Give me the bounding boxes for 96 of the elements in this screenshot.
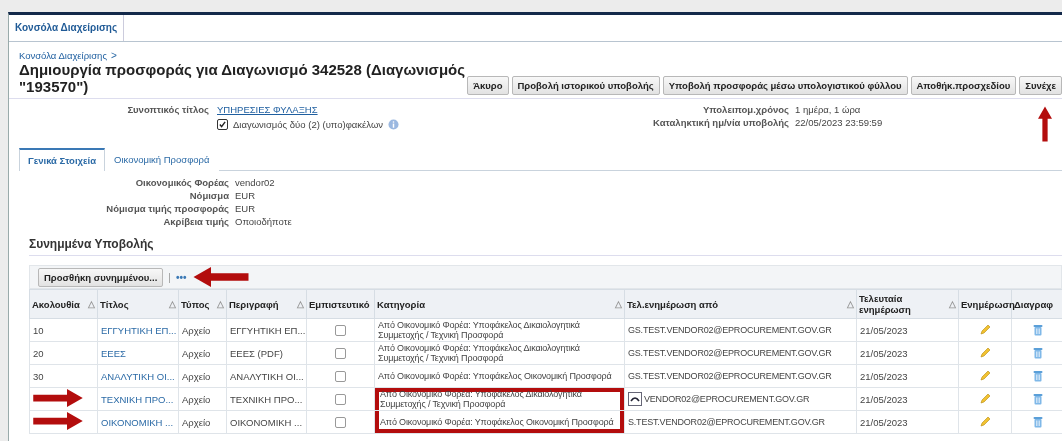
checkbox[interactable]	[217, 119, 228, 130]
type-cell: Αρχείο	[182, 370, 211, 382]
column-title: Τύπος	[181, 298, 210, 310]
date-cell: 21/05/2023	[860, 347, 908, 359]
field-label: Ακρίβεια τιμής	[162, 216, 229, 227]
pencil-icon[interactable]	[979, 370, 991, 382]
sequence-cell: 20	[33, 347, 44, 359]
confidential-checkbox[interactable]	[335, 370, 346, 382]
action-button[interactable]: Άκυρο	[467, 76, 509, 95]
info-icon[interactable]	[388, 119, 400, 130]
field-label: Οικονομικός Φορέας	[134, 177, 229, 188]
column-title: Κατηγορία	[377, 298, 425, 310]
category-text: Από Οικονομικό Φορέα: Υποφάκελος Οικονομική Προσφορά	[380, 417, 615, 427]
up-arrow-icon	[1038, 104, 1052, 144]
field-label: Νόμισμα τιμής προσφοράς	[105, 203, 229, 214]
type-cell: Αρχείο	[182, 324, 211, 336]
confidential-checkbox[interactable]	[335, 416, 346, 428]
trash-icon[interactable]	[1032, 324, 1043, 336]
column-header[interactable]: Κατηγορία △	[374, 289, 625, 319]
action-button[interactable]: Αποθήκ.προσχεδίου	[910, 76, 1017, 95]
description-cell: ΤΕΧΝΙΚΗ ΠΡΟ...	[230, 393, 303, 405]
category-text: Από Οικονομικό Φορέα: Υποφάκελος Δικαιολογητικά Συμμετοχής / Τεχνική Προσφορά	[378, 343, 581, 363]
description-cell: ΕΕΕΣ (PDF)	[230, 347, 283, 359]
pencil-icon[interactable]	[979, 324, 991, 336]
field-value: Οποιοδήποτε	[235, 216, 293, 227]
right-arrow-icon	[33, 389, 83, 407]
column-title: Εμπιστευτικό	[309, 298, 370, 310]
type-cell: Αρχείο	[182, 347, 211, 359]
page-title: Δημιουργία προσφοράς για Διαγωνισμό 342528 (Διαγωνισμός "193570")	[19, 61, 467, 95]
breadcrumb-separator: >	[110, 50, 117, 61]
date-cell: 21/05/2023	[860, 370, 908, 382]
column-header[interactable]: Ακολουθία △	[29, 289, 98, 319]
confidential-checkbox[interactable]	[335, 324, 346, 336]
trash-icon[interactable]	[1032, 347, 1043, 359]
description-cell: ΕΓΓΥΗΤΙΚΗ ΕΠ...	[230, 324, 306, 336]
checkbox-label: Διαγωνισμός δύο (2) (υπο)φακέλων	[233, 119, 384, 130]
toolbar-separator: |	[168, 271, 171, 283]
column-header[interactable]: Τύπος △	[178, 289, 227, 319]
field-label: Υπολειπομ.χρόνος	[701, 104, 789, 115]
category-text: Από Οικονομικό Φορέα: Υποφάκελος Οικονομική Προσφορά	[378, 371, 613, 381]
column-header[interactable]: Τίτλος △	[97, 289, 179, 319]
column-title: Διαγραφ	[1014, 298, 1054, 310]
section-tab[interactable]: Γενικά Στοιχεία	[19, 148, 106, 171]
add-attachment-button[interactable]: Προσθήκη συνημμένου...	[38, 267, 164, 287]
field-label: Συνοπτικός τίτλος	[126, 104, 209, 115]
column-title: Τίτλος	[100, 298, 129, 310]
category-text: Από Οικονομικό Φορέα: Υποφάκελος Δικαιολογητικά Συμμετοχής / Τεχνική Προσφορά	[378, 320, 581, 340]
action-button[interactable]: Προβολή ιστορικού υποβολής	[511, 76, 660, 95]
type-cell: Αρχείο	[182, 416, 211, 428]
date-cell: 21/05/2023	[860, 324, 908, 336]
section-title: Συνημμένα Υποβολής	[29, 237, 1062, 256]
updated-by-cell: S.TEST.VENDOR02@EPROCUREMENT.GOV.GR	[628, 417, 825, 427]
column-title: Περιγραφή	[229, 298, 279, 310]
field-value: vendor02	[235, 177, 276, 188]
pencil-icon[interactable]	[979, 416, 991, 428]
trash-icon[interactable]	[1032, 416, 1043, 428]
type-cell: Αρχείο	[182, 393, 211, 405]
category-text: Από Οικονομικό Φορέα: Υποφάκελος Δικαιολογητικά Συμμετοχής / Τεχνική Προσφορά	[380, 389, 583, 409]
date-cell: 21/05/2023	[860, 416, 908, 428]
more-actions-link[interactable]: •••	[175, 271, 187, 283]
field-value: 22/05/2023 23:59:59	[795, 117, 883, 128]
summary-title-link[interactable]: ΥΠΗΡΕΣΙΕΣ ΦΥΛΑΞΗΣ	[217, 104, 569, 115]
updated-by-cell: GS.TEST.VENDOR02@EPROCUREMENT.GOV.GR	[628, 348, 832, 358]
column-header[interactable]: Τελευταία ενημέρωση △	[856, 289, 959, 319]
attachment-title-link[interactable]: ΕΕΕΣ	[101, 347, 126, 359]
sequence-cell: 10	[33, 324, 44, 336]
pencil-icon[interactable]	[979, 347, 991, 359]
action-button[interactable]: Υποβολή προσφοράς μέσω υπολογιστικού φύλλου	[662, 76, 908, 95]
trash-icon[interactable]	[1032, 393, 1043, 405]
field-value: EUR	[235, 190, 257, 201]
updated-by-cell: VENDOR02@EPROCUREMENT.GOV.GR	[644, 394, 810, 404]
right-arrow-icon	[33, 412, 83, 430]
field-value: 1 ημέρα, 1 ώρα	[795, 104, 862, 115]
pencil-icon[interactable]	[979, 393, 991, 405]
date-cell: 21/05/2023	[860, 393, 908, 405]
confidential-checkbox[interactable]	[335, 393, 346, 405]
field-value: EUR	[235, 203, 257, 214]
column-header[interactable]: Τελ.ενημέρωση από △	[624, 289, 857, 319]
description-cell: ΑΝΑΛΥΤΙΚΗ ΟΙ...	[230, 370, 304, 382]
trash-icon[interactable]	[1032, 370, 1043, 382]
column-title: Ακολουθία	[32, 298, 80, 310]
description-cell: ΟΙΚΟΝΟΜΙΚΗ ...	[230, 416, 303, 428]
confidential-checkbox[interactable]	[335, 347, 346, 359]
field-label: Νόμισμα	[188, 190, 229, 201]
column-header[interactable]: Περιγραφή △	[226, 289, 307, 319]
column-title: Ενημέρωση	[961, 298, 1015, 310]
column-title: Τελευταία ενημέρωση	[859, 293, 912, 315]
column-title: Τελ.ενημέρωση από	[627, 298, 718, 310]
field-label: Καταληκτική ημ/νία υποβολής	[652, 117, 789, 128]
updated-by-cell: GS.TEST.VENDOR02@EPROCUREMENT.GOV.GR	[628, 325, 832, 335]
breadcrumb-link[interactable]: Κονσόλα Διαχείρισης	[19, 50, 107, 61]
updated-by-cell: GS.TEST.VENDOR02@EPROCUREMENT.GOV.GR	[628, 371, 832, 381]
action-button[interactable]: Συνέχε	[1019, 76, 1062, 95]
left-arrow-icon	[191, 267, 252, 287]
sequence-cell: 30	[33, 370, 44, 382]
floating-toolbar-icon[interactable]	[628, 392, 642, 406]
